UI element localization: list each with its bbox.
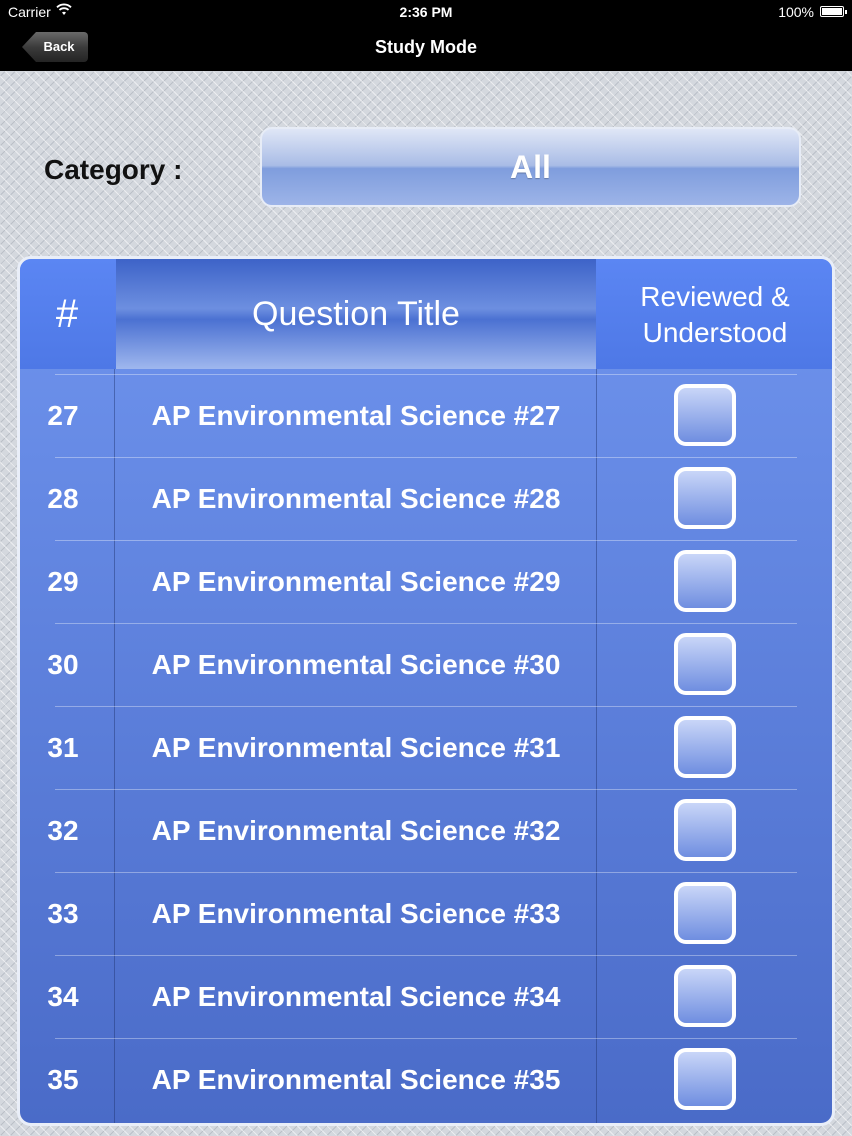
row-question-title[interactable]: AP Environmental Science #33 [116,872,596,955]
header-reviewed-line1: Reviewed & [640,281,790,312]
row-number: 28 [47,483,79,514]
row-number: 30 [47,649,79,680]
table-row[interactable]: 33 AP Environmental Science #33 [20,872,832,955]
row-question-title[interactable]: AP Environmental Science #27 [116,374,596,457]
header-question-title: Question Title [116,259,596,369]
reviewed-checkbox[interactable] [674,716,736,778]
row-question-title[interactable]: AP Environmental Science #30 [116,623,596,706]
table-row[interactable]: 32 AP Environmental Science #32 [20,789,832,872]
reviewed-checkbox[interactable] [674,1048,736,1110]
row-question-title[interactable]: AP Environmental Science #31 [116,706,596,789]
header-reviewed: Reviewed & Understood [598,279,832,351]
table-row[interactable]: 28 AP Environmental Science #28 [20,457,832,540]
table-row[interactable]: 35 AP Environmental Science #35 [20,1038,832,1121]
header-number: # [55,292,79,336]
page-title: Study Mode [375,37,477,57]
table-row[interactable]: 30 AP Environmental Science #30 [20,623,832,706]
row-question-title[interactable]: AP Environmental Science #34 [116,955,596,1038]
row-number: 31 [47,732,79,763]
row-number: 35 [47,1064,79,1095]
table-row[interactable]: 27 AP Environmental Science #27 [20,374,832,457]
table-row[interactable]: 34 AP Environmental Science #34 [20,955,832,1038]
battery-icon [820,6,847,17]
table-header: # Question Title Reviewed & Understood [20,259,832,369]
row-question-title[interactable]: AP Environmental Science #28 [116,457,596,540]
battery-percentage: 100% [778,4,814,20]
table-row[interactable]: 31 AP Environmental Science #31 [20,706,832,789]
row-number: 32 [47,815,79,846]
row-question-title[interactable]: AP Environmental Science #32 [116,789,596,872]
reviewed-checkbox[interactable] [674,799,736,861]
row-question-title[interactable]: AP Environmental Science #29 [116,540,596,623]
row-number: 33 [47,898,79,929]
category-selector-button[interactable]: All [260,127,801,207]
navigation-bar: Back Study Mode [0,24,852,71]
reviewed-checkbox[interactable] [674,384,736,446]
reviewed-checkbox[interactable] [674,965,736,1027]
table-row[interactable]: 29 AP Environmental Science #29 [20,540,832,623]
header-reviewed-line2: Understood [642,317,788,348]
status-bar: Carrier 2:36 PM 100% [0,0,852,24]
reviewed-checkbox[interactable] [674,467,736,529]
row-question-title[interactable]: AP Environmental Science #35 [116,1038,596,1121]
reviewed-checkbox[interactable] [674,550,736,612]
category-label: Category : [44,154,183,185]
row-number: 27 [47,400,79,431]
reviewed-checkbox[interactable] [674,882,736,944]
questions-table: # Question Title Reviewed & Understood 2… [17,256,835,1126]
status-time: 2:36 PM [399,4,453,20]
reviewed-checkbox[interactable] [674,633,736,695]
row-number: 34 [47,981,79,1012]
row-number: 29 [47,566,79,597]
